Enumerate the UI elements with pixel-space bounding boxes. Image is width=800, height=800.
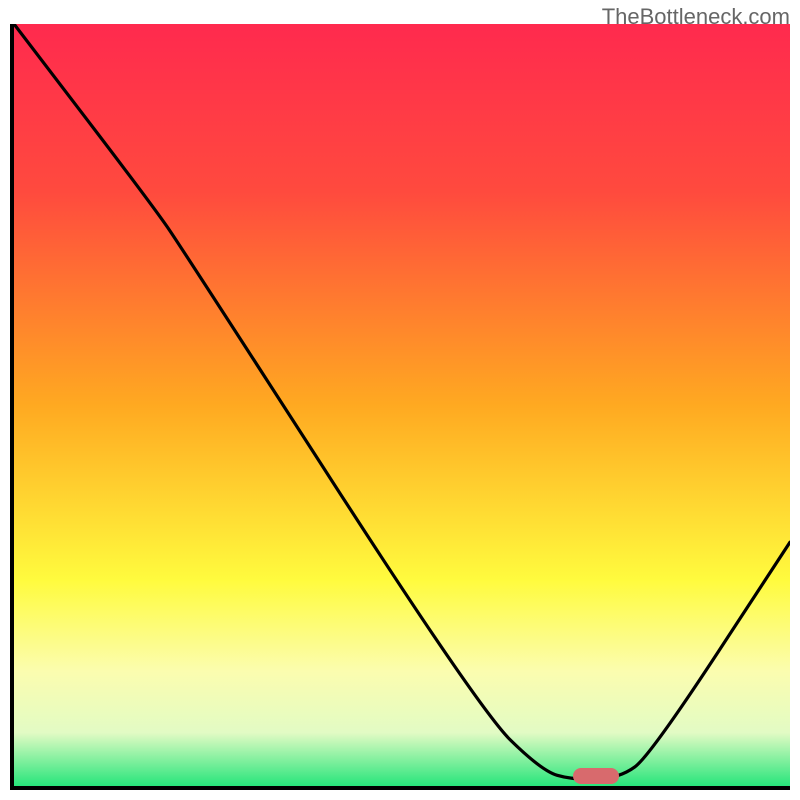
chart-svg [14,24,790,786]
optimum-marker [573,768,619,784]
watermark-text: TheBottleneck.com [602,4,790,30]
chart-inner [14,24,790,786]
chart-area [10,24,790,790]
chart-background [14,24,790,786]
